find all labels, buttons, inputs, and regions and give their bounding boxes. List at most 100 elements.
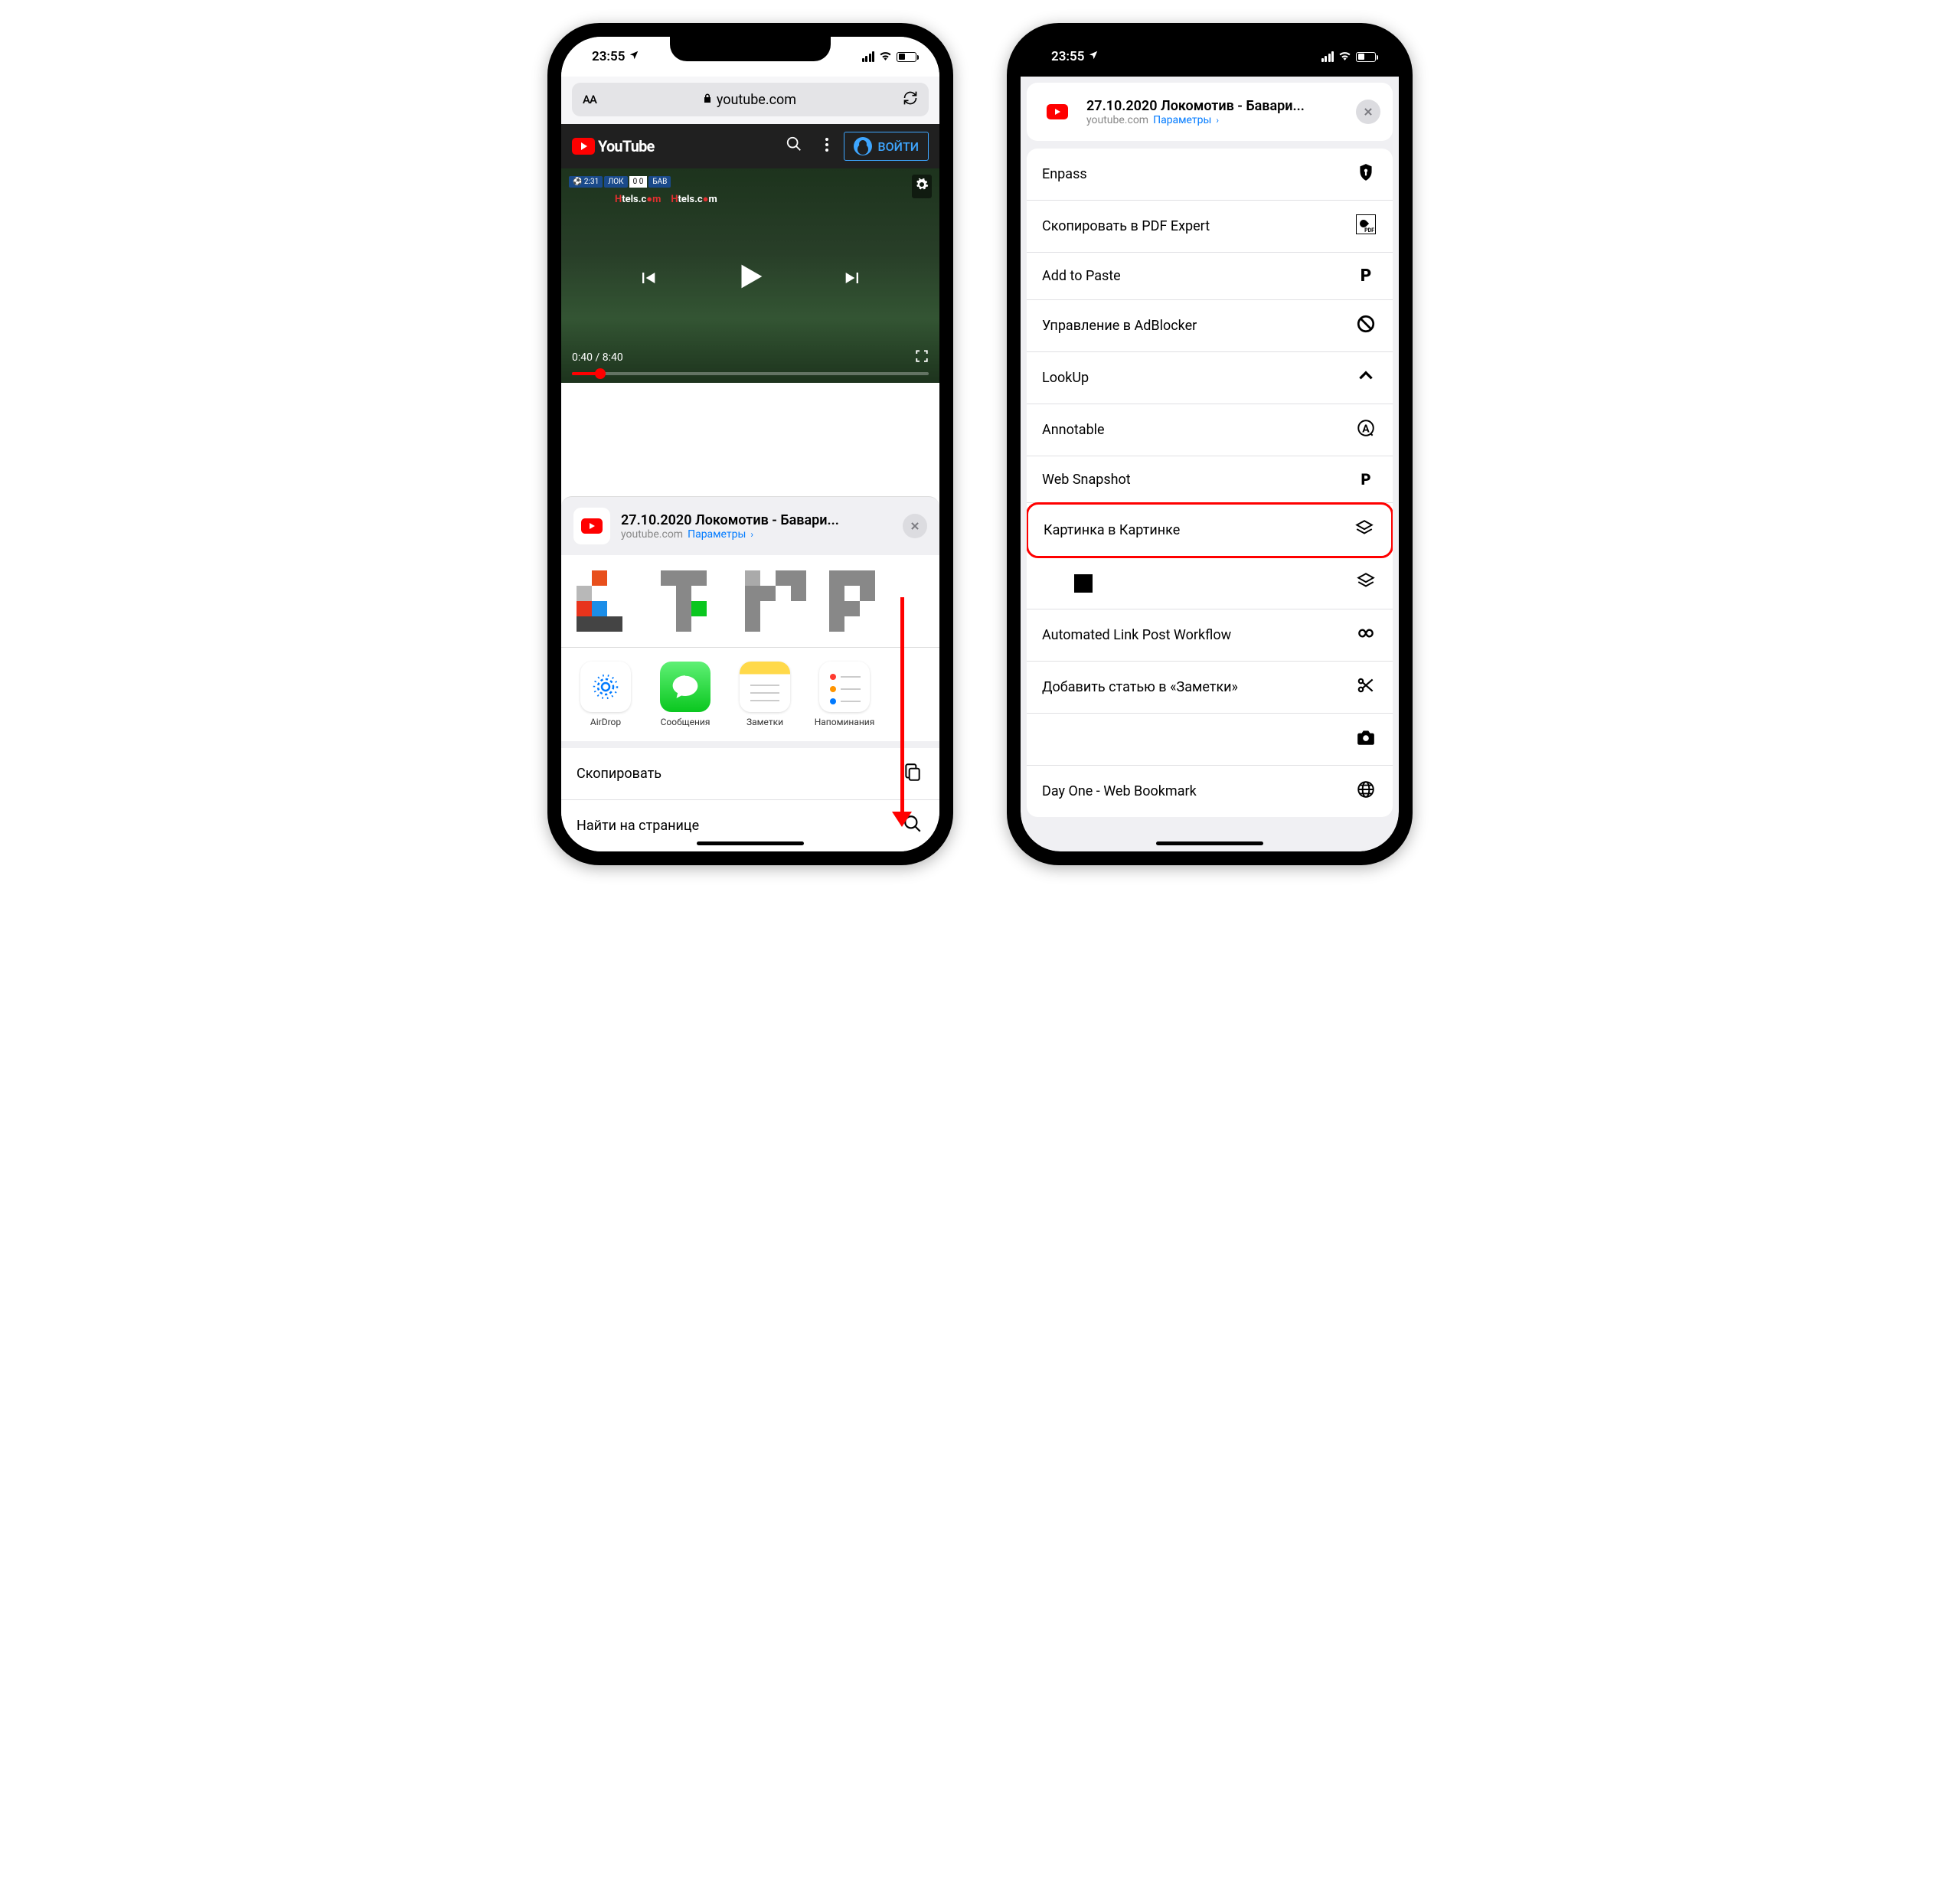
copy-action[interactable]: Скопировать xyxy=(561,748,939,800)
layers-icon xyxy=(1354,571,1377,595)
location-icon xyxy=(629,50,639,64)
progress-scrubber[interactable] xyxy=(595,368,606,379)
close-button[interactable] xyxy=(1356,100,1380,124)
reader-mode-button[interactable]: AA xyxy=(583,93,596,106)
previous-button[interactable] xyxy=(637,267,658,294)
pdf-expert-action[interactable]: Скопировать в PDF Expert PDF xyxy=(1027,201,1393,253)
contact-icon-4[interactable] xyxy=(829,570,890,632)
reminders-icon xyxy=(819,662,870,712)
scoreboard: ⚽ 2:31 ЛОК 0 0 БАВ xyxy=(569,176,671,188)
search-icon[interactable] xyxy=(778,136,810,157)
enpass-icon xyxy=(1354,162,1377,186)
url-field[interactable]: AA youtube.com xyxy=(572,83,929,116)
battery-icon xyxy=(1356,52,1376,62)
enpass-action[interactable]: Enpass xyxy=(1027,149,1393,201)
share-contacts-row[interactable] xyxy=(561,555,939,647)
signin-button[interactable]: ВОЙТИ xyxy=(844,132,929,161)
pip-action[interactable]: Картинка в Картинке xyxy=(1027,502,1393,558)
copy-icon xyxy=(901,762,924,786)
lock-icon xyxy=(703,93,712,106)
avatar-icon xyxy=(854,137,872,155)
reminders-app[interactable]: Напоминания xyxy=(814,662,875,727)
airdrop-icon xyxy=(580,662,631,712)
notes-icon xyxy=(740,662,790,712)
adblocker-icon xyxy=(1354,314,1377,338)
share-params-link[interactable]: Параметры xyxy=(1153,114,1211,126)
more-apps[interactable] xyxy=(893,662,909,727)
notes-app[interactable]: Заметки xyxy=(734,662,795,727)
search-icon xyxy=(901,814,924,838)
video-player[interactable]: ⚽ 2:31 ЛОК 0 0 БАВ Htels.c●m Htels.c●m xyxy=(561,168,939,383)
youtube-logo[interactable]: YouTube xyxy=(572,137,655,155)
share-sheet-header: 27.10.2020 Локомотив - Бавари... youtube… xyxy=(561,496,939,555)
wifi-icon xyxy=(1338,50,1351,64)
paste-icon: P xyxy=(1354,266,1377,286)
home-indicator[interactable] xyxy=(1156,841,1263,845)
add-to-paste-action[interactable]: Add to Paste P xyxy=(1027,253,1393,300)
contact-icon-1[interactable] xyxy=(577,570,638,632)
contact-icon-3[interactable] xyxy=(745,570,806,632)
home-indicator[interactable] xyxy=(697,841,804,845)
action-label: Картинка в Картинке xyxy=(1044,522,1180,538)
next-button[interactable] xyxy=(842,267,864,294)
auto-link-action[interactable]: Automated Link Post Workflow xyxy=(1027,609,1393,662)
adblocker-action[interactable]: Управление в AdBlocker xyxy=(1027,300,1393,352)
chevron-right-icon: › xyxy=(1216,115,1219,126)
chevron-right-icon: › xyxy=(750,529,753,540)
pdf-expert-icon: PDF xyxy=(1354,214,1377,238)
action-label: LookUp xyxy=(1042,370,1089,386)
play-button[interactable] xyxy=(733,259,768,303)
action-label: Day One - Web Bookmark xyxy=(1042,783,1197,799)
layers-icon xyxy=(1353,518,1376,542)
url-bar: AA youtube.com xyxy=(561,77,939,124)
url-domain: youtube.com xyxy=(717,92,796,108)
copy-label: Скопировать xyxy=(577,766,662,782)
share-title: 27.10.2020 Локомотив - Бавари... xyxy=(621,512,892,528)
messages-icon xyxy=(660,662,710,712)
web-snapshot-action[interactable]: Web Snapshot P xyxy=(1027,456,1393,503)
phone-right: 23:55 27.10.2020 Локомотив - xyxy=(1007,23,1413,865)
camera-icon xyxy=(1354,727,1377,751)
action-label: Add to Paste xyxy=(1042,268,1121,284)
action-label: Automated Link Post Workflow xyxy=(1042,627,1231,643)
messages-label: Сообщения xyxy=(661,717,710,727)
action-label: Добавить статью в «Заметки» xyxy=(1042,679,1238,695)
ad-banner: Htels.c●m Htels.c●m xyxy=(615,193,717,205)
progress-bar[interactable] xyxy=(572,372,929,375)
action-label: Annotable xyxy=(1042,422,1105,438)
blank-action[interactable] xyxy=(1027,557,1393,609)
dayone-action[interactable]: Day One - Web Bookmark xyxy=(1027,766,1393,817)
annotable-action[interactable]: Annotable A xyxy=(1027,404,1393,456)
battery-icon xyxy=(897,52,916,62)
contact-icon-2[interactable] xyxy=(661,570,722,632)
share-sheet-header: 27.10.2020 Локомотив - Бавари... youtube… xyxy=(1027,83,1393,141)
wifi-icon xyxy=(879,50,892,64)
close-button[interactable] xyxy=(903,514,927,538)
action-label: Управление в AdBlocker xyxy=(1042,318,1197,334)
cellular-icon xyxy=(862,51,875,62)
share-source-icon xyxy=(573,508,610,544)
share-params-link[interactable]: Параметры xyxy=(688,528,746,541)
action-label: Enpass xyxy=(1042,166,1087,182)
add-notes-action[interactable]: Добавить статью в «Заметки» xyxy=(1027,662,1393,714)
reload-button[interactable] xyxy=(903,90,918,109)
action-label: Скопировать в PDF Expert xyxy=(1042,218,1210,234)
status-time: 23:55 xyxy=(1051,49,1084,64)
video-time-display: 0:40 / 8:40 xyxy=(572,351,623,364)
lookup-action[interactable]: LookUp xyxy=(1027,352,1393,404)
share-source-icon xyxy=(1039,93,1076,130)
settings-icon[interactable] xyxy=(912,175,932,198)
airdrop-app[interactable]: AirDrop xyxy=(575,662,636,727)
share-domain: youtube.com xyxy=(621,528,683,541)
find-label: Найти на странице xyxy=(577,818,699,834)
globe-icon xyxy=(1354,779,1377,803)
action-label: Web Snapshot xyxy=(1042,472,1131,488)
messages-app[interactable]: Сообщения xyxy=(655,662,716,727)
fullscreen-button[interactable] xyxy=(915,349,929,366)
infinity-icon xyxy=(1354,623,1377,647)
video-title-peek xyxy=(561,383,939,398)
youtube-header: YouTube ВОЙТИ xyxy=(561,124,939,168)
notch xyxy=(670,37,831,61)
camera-action[interactable] xyxy=(1027,714,1393,766)
more-icon[interactable] xyxy=(818,137,836,156)
